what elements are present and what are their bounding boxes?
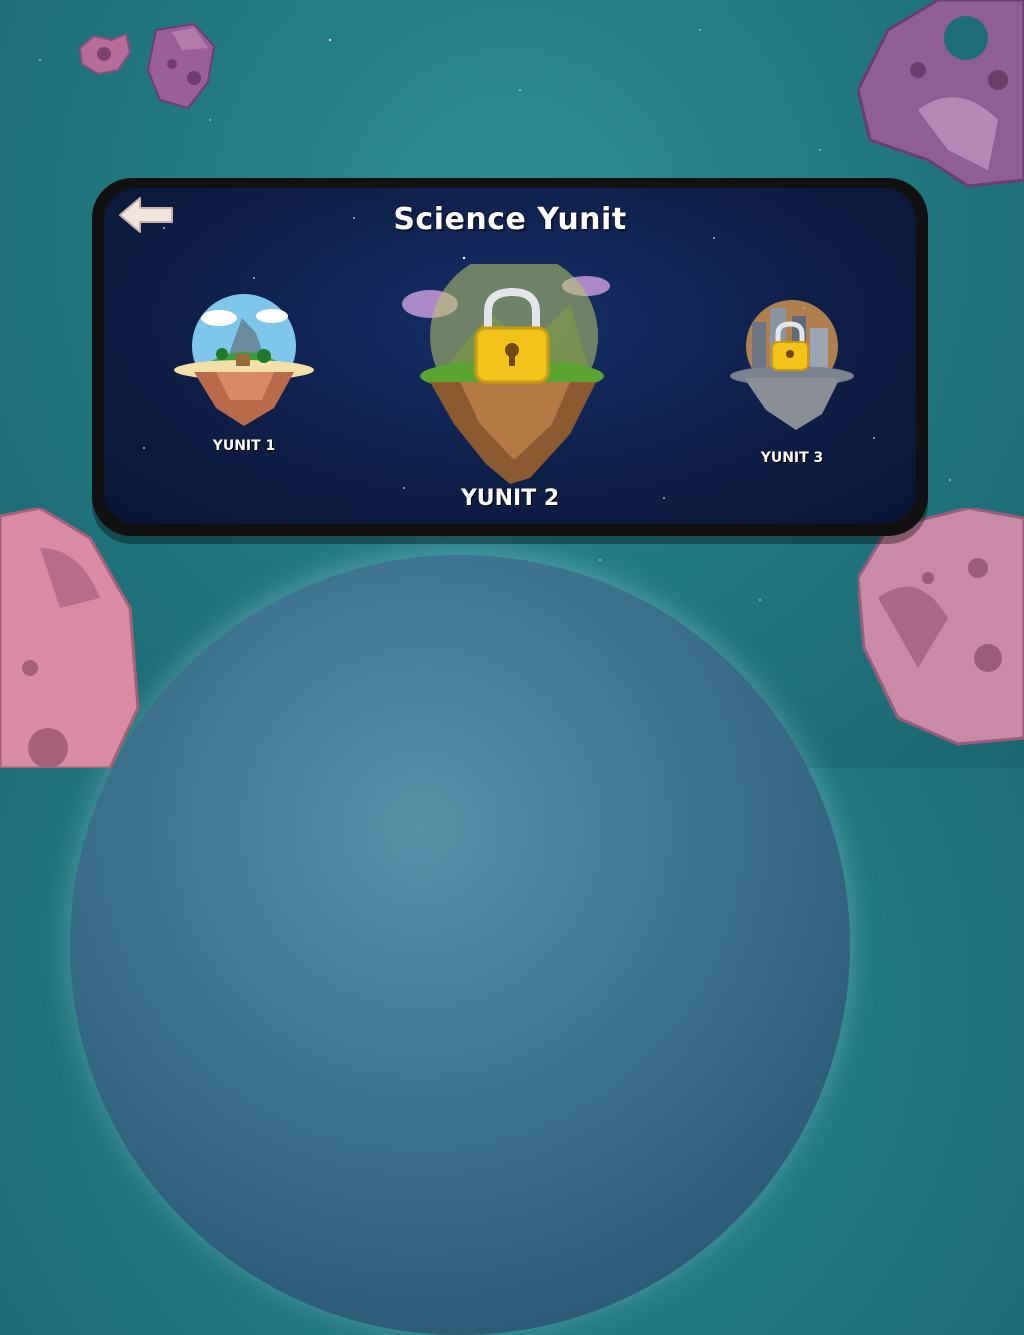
- locked-grassland-planet-icon: [402, 252, 610, 484]
- island-planet-icon: [174, 294, 314, 426]
- unit-1-label: YUNIT 1: [212, 438, 276, 454]
- asteroid-top-left: [146, 22, 216, 110]
- unit-2-card[interactable]: YUNIT 2: [400, 252, 620, 520]
- unit-select-panel: Science Yunit YUNIT 1 YUNIT 2 YUNIT 3: [92, 178, 928, 536]
- unit-3-label: YUNIT 3: [760, 450, 824, 466]
- locked-city-planet-icon: [730, 300, 854, 430]
- unit-1-card[interactable]: YUNIT 1: [164, 288, 324, 458]
- asteroid-top-right: [858, 0, 1024, 188]
- asteroid-small-top-left: [78, 32, 132, 76]
- panel-space-background: Science Yunit YUNIT 1 YUNIT 2 YUNIT 3: [104, 188, 916, 524]
- page-title: Science Yunit: [393, 202, 627, 237]
- asteroid-bottom-left: [0, 508, 140, 768]
- background-planet: [70, 555, 850, 1335]
- asteroid-bottom-right: [858, 508, 1024, 746]
- unit-2-label: YUNIT 2: [460, 486, 560, 511]
- unit-3-card[interactable]: YUNIT 3: [722, 298, 862, 468]
